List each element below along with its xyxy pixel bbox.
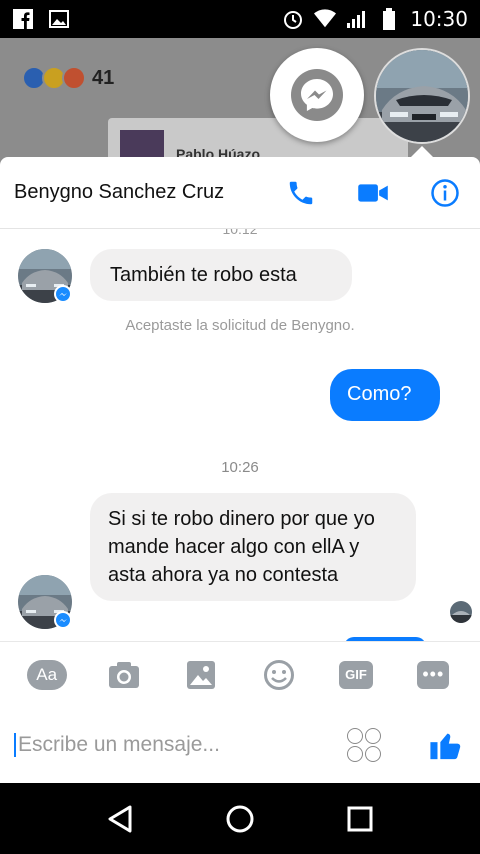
gif-icon: GIF — [338, 660, 373, 689]
status-time: 10:30 — [410, 7, 468, 31]
angry-reaction-icon — [62, 66, 86, 90]
battery-icon — [378, 8, 400, 30]
message-input[interactable] — [14, 733, 346, 757]
gif-button[interactable]: GIF — [336, 655, 376, 695]
video-call-button[interactable] — [356, 176, 390, 210]
message-list[interactable]: 10:12 También te robo esta Aceptaste la … — [0, 229, 480, 641]
call-button[interactable] — [284, 176, 318, 210]
incoming-message[interactable]: Si si te robo dinero por que yo mande ha… — [90, 493, 416, 601]
composer-toolbar: Aa GIF ••• — [0, 641, 480, 707]
aa-icon: Aa — [26, 659, 67, 690]
messenger-icon — [291, 69, 343, 121]
home-button[interactable] — [220, 799, 260, 839]
info-button[interactable] — [428, 176, 462, 210]
wifi-icon — [314, 8, 337, 30]
seen-avatar — [450, 601, 472, 623]
messenger-chat-head[interactable] — [270, 48, 364, 142]
contact-name[interactable]: Benygno Sanchez Cruz — [14, 181, 224, 204]
status-bar: 10:30 — [0, 0, 480, 38]
conversation-header: Benygno Sanchez Cruz — [0, 157, 480, 229]
screen: 10:30 41 Pablo Húazo Benygno Sanchez Cru… — [0, 0, 480, 854]
incoming-message[interactable]: También te robo esta — [90, 249, 352, 301]
emoji-face-icon — [347, 728, 363, 744]
text-style-button[interactable]: Aa — [26, 655, 67, 695]
emoji-picker-icon[interactable] — [346, 727, 382, 763]
outgoing-message[interactable]: Como? — [330, 369, 440, 421]
messenger-badge-icon — [54, 611, 72, 629]
car-avatar — [376, 50, 468, 142]
more-icon: ••• — [417, 660, 450, 689]
reaction-summary: 41 — [22, 66, 114, 90]
gallery-icon — [187, 660, 216, 689]
signal-icon — [346, 8, 368, 30]
emoji-face-icon — [365, 728, 381, 744]
like-button[interactable] — [426, 725, 466, 765]
camera-icon — [108, 661, 139, 688]
smiley-icon — [263, 659, 294, 690]
info-icon — [431, 178, 459, 207]
sticker-button[interactable] — [259, 655, 299, 695]
thumbs-up-icon — [430, 733, 461, 760]
navigation-bar — [0, 783, 480, 854]
system-note: Aceptaste la solicitud de Benygno. — [125, 317, 355, 334]
conversation-panel: Benygno Sanchez Cruz 10:12 También te ro… — [0, 157, 480, 783]
back-button[interactable] — [100, 799, 140, 839]
reaction-count: 41 — [92, 66, 115, 89]
emoji-face-icon — [347, 746, 363, 762]
phone-icon — [289, 181, 313, 204]
messenger-badge-icon — [54, 285, 72, 303]
emoji-face-icon — [365, 746, 381, 762]
more-button[interactable]: ••• — [413, 655, 453, 695]
facebook-icon — [12, 8, 34, 30]
image-icon — [48, 8, 70, 30]
contact-chat-head[interactable] — [374, 48, 470, 144]
alarm-icon — [282, 8, 304, 30]
camera-button[interactable] — [104, 655, 144, 695]
recents-button[interactable] — [340, 799, 380, 839]
video-icon — [358, 183, 388, 202]
timestamp: 10:12 — [222, 229, 258, 237]
timestamp: 10:26 — [221, 459, 259, 476]
back-icon — [108, 805, 132, 832]
home-icon — [226, 805, 254, 832]
message-composer — [0, 707, 480, 783]
recents-icon — [347, 806, 373, 831]
gallery-button[interactable] — [181, 655, 221, 695]
